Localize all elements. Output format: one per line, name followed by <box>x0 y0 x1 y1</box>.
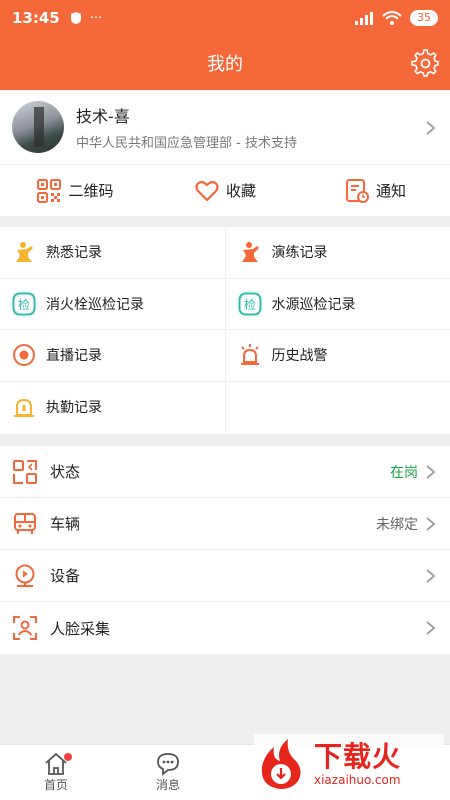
record-live[interactable]: 直播记录 <box>0 330 226 381</box>
quick-action-label: 通知 <box>375 182 406 200</box>
title-bar: 我的 <box>0 36 450 90</box>
heart-icon <box>195 180 219 201</box>
device-icon <box>15 564 35 587</box>
gear-icon[interactable] <box>410 48 440 78</box>
watermark: 下载火 xiazaihuo.com <box>254 734 444 794</box>
record-familiar[interactable]: 熟悉记录 <box>0 227 226 278</box>
record-alarm-history[interactable]: 历史战警 <box>226 330 450 381</box>
water-inspect-icon: 检 <box>238 292 261 316</box>
settings-label: 人脸采集 <box>50 619 111 638</box>
record-hydrant-inspect[interactable]: 检 消火栓巡检记录 <box>0 278 226 329</box>
status-icon <box>13 459 37 484</box>
quick-action-label: 收藏 <box>225 182 256 200</box>
duty-record-icon <box>14 399 34 418</box>
app-notification-icon <box>70 12 81 24</box>
status-bar: 13:45 ··· 35 <box>0 0 450 36</box>
alarm-history-icon <box>240 344 259 366</box>
record-duty[interactable]: 执勤记录 <box>0 381 226 433</box>
drill-record-icon <box>241 242 259 263</box>
status-time: 13:45 <box>12 9 60 27</box>
record-water-inspect[interactable]: 检 水源巡检记录 <box>226 279 450 330</box>
quick-action-label: 二维码 <box>68 182 114 200</box>
chevron-right-icon <box>426 568 436 583</box>
watermark-title: 下载火 <box>314 740 402 773</box>
record-label: 消火栓巡检记录 <box>46 296 144 313</box>
battery-indicator: 35 <box>410 10 438 26</box>
settings-item-device[interactable]: 设备 <box>0 550 450 602</box>
settings-item-status[interactable]: 状态 在岗 <box>0 446 450 498</box>
settings-item-face-capture[interactable]: 人脸采集 <box>0 602 450 654</box>
signal-icon <box>355 12 373 25</box>
qrcode-icon <box>37 178 62 203</box>
settings-value: 未绑定 <box>376 516 418 533</box>
watermark-url: xiazaihuo.com <box>314 773 401 787</box>
empty-cell <box>226 382 450 434</box>
profile-name: 技术-喜 <box>76 107 130 126</box>
avatar <box>12 101 64 153</box>
vehicle-icon <box>14 512 36 534</box>
tab-messages[interactable]: 消息 <box>112 745 224 800</box>
notice-icon <box>345 178 369 203</box>
tab-label: 消息 <box>155 778 180 792</box>
hydrant-inspect-icon: 检 <box>12 292 36 316</box>
quick-action-favorites[interactable]: 收藏 <box>150 178 300 204</box>
more-notifications-icon: ··· <box>89 10 103 26</box>
quick-action-qrcode[interactable]: 二维码 <box>0 178 150 204</box>
settings-label: 车辆 <box>50 515 81 533</box>
tab-label: 首页 <box>43 778 68 792</box>
hydrant-inspect-glyph: 检 <box>18 297 30 312</box>
settings-label: 状态 <box>50 463 81 481</box>
quick-actions: 二维码 收藏 通知 <box>0 164 450 216</box>
page-title: 我的 <box>207 54 243 75</box>
wifi-icon <box>382 11 402 25</box>
profile-org: 中华人民共和国应急管理部 - 技术支持 <box>76 136 297 151</box>
records-grid: 熟悉记录 演练记录 检 消火栓巡检记录 检 水源巡检记录 直播记录 历史战警 执… <box>0 227 450 434</box>
record-drill[interactable]: 演练记录 <box>226 227 450 278</box>
settings-label: 设备 <box>50 567 81 585</box>
record-label: 水源巡检记录 <box>271 296 356 313</box>
record-label: 直播记录 <box>46 348 102 365</box>
chevron-right-icon <box>426 516 436 531</box>
record-label: 执勤记录 <box>46 400 102 417</box>
live-record-icon <box>13 344 35 367</box>
record-label: 熟悉记录 <box>46 245 102 262</box>
message-icon <box>157 753 179 776</box>
water-inspect-glyph: 检 <box>243 297 255 312</box>
tab-home[interactable]: 首页 <box>0 745 112 800</box>
unread-dot <box>64 753 72 761</box>
settings-value: 在岗 <box>390 464 418 481</box>
familiar-record-icon <box>16 242 33 263</box>
quick-action-notice[interactable]: 通知 <box>300 178 450 204</box>
profile-card[interactable]: 技术-喜 中华人民共和国应急管理部 - 技术支持 <box>0 90 450 164</box>
record-label: 历史战警 <box>271 348 328 365</box>
chevron-right-icon <box>426 464 436 479</box>
face-capture-icon <box>13 616 37 640</box>
chevron-right-icon <box>426 621 436 635</box>
settings-item-vehicle[interactable]: 车辆 未绑定 <box>0 498 450 550</box>
settings-list: 状态 在岗 车辆 未绑定 设备 人脸采集 <box>0 446 450 654</box>
record-label: 演练记录 <box>271 245 328 262</box>
flame-logo-icon <box>261 739 301 789</box>
chevron-right-icon <box>426 121 436 135</box>
